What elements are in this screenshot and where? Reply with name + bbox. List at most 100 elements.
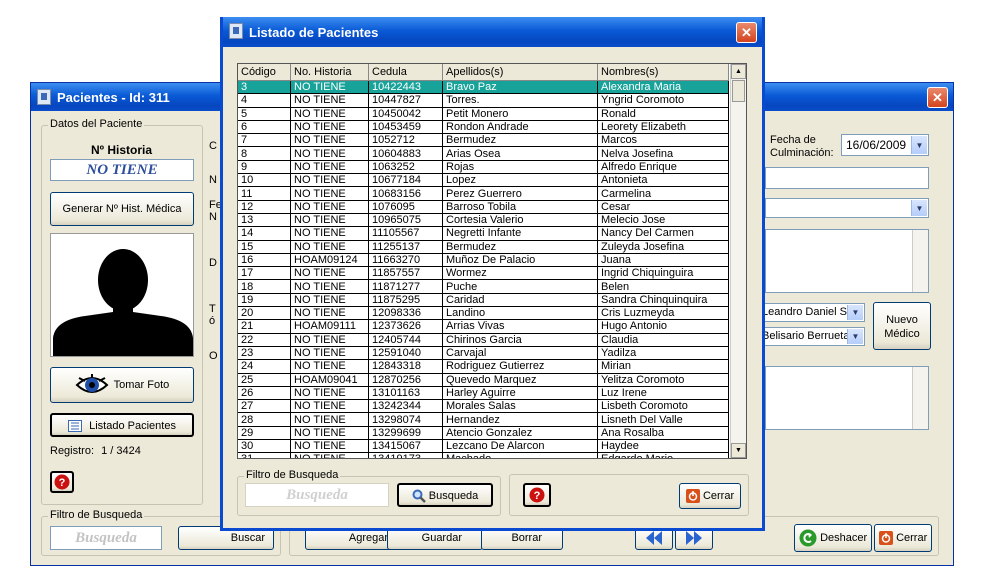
close-icon[interactable]: ✕	[736, 22, 757, 43]
table-row[interactable]: 20 NO TIENE 12098336 Landino Cris Luzmeyda	[238, 306, 729, 321]
table-cell: Nancy Del Carmen	[597, 226, 729, 241]
table-cell: 17	[238, 266, 291, 281]
listado-busqueda-button[interactable]: Busqueda	[397, 483, 493, 507]
nuevo-medico-button[interactable]: Nuevo Médico	[873, 302, 931, 350]
table-cell: 10	[238, 173, 291, 188]
table-row[interactable]: 6 NO TIENE 10453459 Rondon Andrade Leorety E…	[238, 120, 729, 135]
listado-pacientes-button[interactable]: Listado Pacientes	[50, 413, 194, 437]
table-row[interactable]: 3 NO TIENE 10422443 Bravo Paz Alexandra Mari…	[238, 80, 729, 95]
table-row[interactable]: 5 NO TIENE 10450042 Petit Monero Ronald	[238, 107, 729, 121]
chevron-down-icon[interactable]: ▼	[911, 200, 927, 216]
scroll-thumb[interactable]	[732, 80, 745, 102]
table-cell: NO TIENE	[290, 452, 369, 458]
table-cell: 25	[238, 373, 291, 387]
listado-busqueda-button-label: Busqueda	[428, 490, 479, 502]
table-row[interactable]: 21 HOAM09111 12373626 Arrias Vivas Hugo Anto…	[238, 319, 729, 334]
table-row[interactable]: 4 NO TIENE 10447827 Torres. Yngrid Coromoto	[238, 93, 729, 108]
table-cell: 11255137	[368, 240, 443, 254]
table-row[interactable]: 16 HOAM09124 11663270 Muñoz De Palacio Juana	[238, 253, 729, 268]
table-cell: Carvajal	[442, 346, 598, 361]
column-header-historia[interactable]: No. Historia	[290, 64, 369, 81]
table-row[interactable]: 31NO TIENE13419173MachadoEdgardo Mario	[238, 452, 729, 458]
table-cell: NO TIENE	[290, 80, 369, 95]
table-cell: Yelitza Coromoto	[597, 373, 729, 387]
table-row[interactable]: 22 NO TIENE 12405744 Chirinos Garcia Claudia	[238, 333, 729, 347]
chevron-down-icon[interactable]: ▼	[847, 305, 863, 320]
table-row[interactable]: 17 NO TIENE 11857557 Wormez Ingrid Chiquingu…	[238, 266, 729, 281]
column-header-apellidos[interactable]: Apellidos(s)	[442, 64, 598, 81]
table-cell: 12	[238, 200, 291, 214]
table-cell: NO TIENE	[290, 200, 369, 214]
table-row[interactable]: 12 NO TIENE 1076095 Barroso Tobila Cesar	[238, 200, 729, 214]
table-cell: 10450042	[368, 107, 443, 121]
medico2-combo[interactable]: Belisario Berrueta ▼	[761, 327, 865, 346]
table-cell: NO TIENE	[290, 399, 369, 414]
right-memo-1[interactable]	[765, 229, 929, 293]
table-cell: Luz Irene	[597, 386, 729, 401]
deshacer-button[interactable]: Deshacer	[794, 524, 872, 552]
patients-grid[interactable]: Código No. Historia Cedula Apellidos(s) …	[237, 63, 747, 459]
listado-cerrar-button[interactable]: Cerrar	[679, 483, 741, 509]
listado-titlebar[interactable]: Listado de Pacientes ✕	[223, 17, 762, 47]
tomar-foto-button[interactable]: Tomar Foto	[50, 367, 194, 403]
listado-busqueda-input[interactable]: Busqueda	[245, 483, 389, 507]
right-combo-1[interactable]: ▼	[765, 198, 929, 218]
table-cell: 29	[238, 426, 291, 441]
table-row[interactable]: 26 NO TIENE 13101163 Harley Aguirre Luz Iren…	[238, 386, 729, 401]
table-row[interactable]: 27 NO TIENE 13242344 Morales Salas Lisbeth C…	[238, 399, 729, 414]
table-cell: Bermudez	[442, 133, 598, 148]
table-row[interactable]: 15 NO TIENE 11255137 Bermudez Zuleyda Josefi…	[238, 240, 729, 254]
cerrar-button-main[interactable]: Cerrar	[874, 524, 932, 552]
table-row[interactable]: 29 NO TIENE 13299699 Atencio Gonzalez Ana Ro…	[238, 426, 729, 441]
table-row[interactable]: 8 NO TIENE 10604883 Arias Osea Nelva Josefin…	[238, 146, 729, 161]
table-cell: NO TIENE	[290, 186, 369, 201]
table-cell: 12843318	[368, 359, 443, 374]
table-cell: NO TIENE	[290, 333, 369, 347]
scroll-down-icon[interactable]: ▼	[731, 443, 746, 458]
generar-historia-button[interactable]: Generar Nº Hist. Médica	[50, 192, 194, 226]
datos-group-label: Datos del Paciente	[48, 118, 145, 130]
busqueda-input[interactable]: Busqueda	[50, 526, 162, 550]
close-icon[interactable]: ✕	[927, 87, 948, 108]
table-row[interactable]: 18 NO TIENE 11871277 Puche Belen	[238, 279, 729, 294]
medico1-combo[interactable]: Leandro Daniel Su ▼	[761, 303, 865, 322]
table-row[interactable]: 10 NO TIENE 10677184 Lopez Antonieta	[238, 173, 729, 188]
table-row[interactable]: 24 NO TIENE 12843318 Rodriguez Gutierrez Mir…	[238, 359, 729, 374]
table-cell: 1063252	[368, 160, 443, 175]
table-cell: 1052712	[368, 133, 443, 148]
table-cell: 9	[238, 160, 291, 175]
grid-scrollbar[interactable]: ▲ ▼	[730, 64, 746, 458]
column-header-nombres[interactable]: Nombres(s)	[597, 64, 729, 81]
table-row[interactable]: 30 NO TIENE 13415067 Lezcano De Alarcon Hayd…	[238, 439, 729, 454]
table-row[interactable]: 23 NO TIENE 12591040 Carvajal Yadilza	[238, 346, 729, 361]
table-cell: Muñoz De Palacio	[442, 253, 598, 268]
right-memo-2[interactable]	[765, 366, 929, 430]
table-row[interactable]: 13 NO TIENE 10965075 Cortesia Valerio Meleci…	[238, 213, 729, 228]
scrollbar[interactable]	[912, 230, 928, 292]
table-row[interactable]: 14 NO TIENE 11105567 Negretti Infante Nancy …	[238, 226, 729, 241]
table-cell: 11857557	[368, 266, 443, 281]
side-letter-d: D	[209, 257, 217, 269]
silhouette-icon	[53, 249, 193, 356]
table-cell: 11871277	[368, 279, 443, 294]
table-row[interactable]: 19 NO TIENE 11875295 Caridad Sandra Chinquin…	[238, 293, 729, 308]
table-cell: 10683156	[368, 186, 443, 201]
table-row[interactable]: 25 HOAM09041 12870256 Quevedo Marquez Yelitz…	[238, 373, 729, 387]
table-cell: Bravo Paz	[442, 80, 598, 95]
right-text-field-1[interactable]	[765, 167, 929, 189]
scrollbar[interactable]	[912, 367, 928, 429]
table-row[interactable]: 7 NO TIENE 1052712 Bermudez Marcos	[238, 133, 729, 148]
table-cell: 31	[238, 452, 291, 458]
scroll-up-icon[interactable]: ▲	[731, 64, 746, 79]
table-row[interactable]: 28 NO TIENE 13298074 Hernandez Lisneth Del V…	[238, 412, 729, 427]
column-header-codigo[interactable]: Código	[238, 64, 291, 81]
column-header-cedula[interactable]: Cedula	[368, 64, 443, 81]
table-row[interactable]: 11 NO TIENE 10683156 Perez Guerrero Carmelin…	[238, 186, 729, 201]
table-cell: Quevedo Marquez	[442, 373, 598, 387]
help-button-left[interactable]: ?	[50, 471, 74, 493]
listado-help-button[interactable]: ?	[523, 483, 551, 507]
fecha-culminacion-field[interactable]: 16/06/2009 ▼	[841, 134, 929, 156]
chevron-down-icon[interactable]: ▼	[847, 329, 863, 344]
chevron-down-icon[interactable]: ▼	[911, 136, 927, 154]
table-row[interactable]: 9 NO TIENE 1063252 Rojas Alfredo Enrique	[238, 160, 729, 175]
